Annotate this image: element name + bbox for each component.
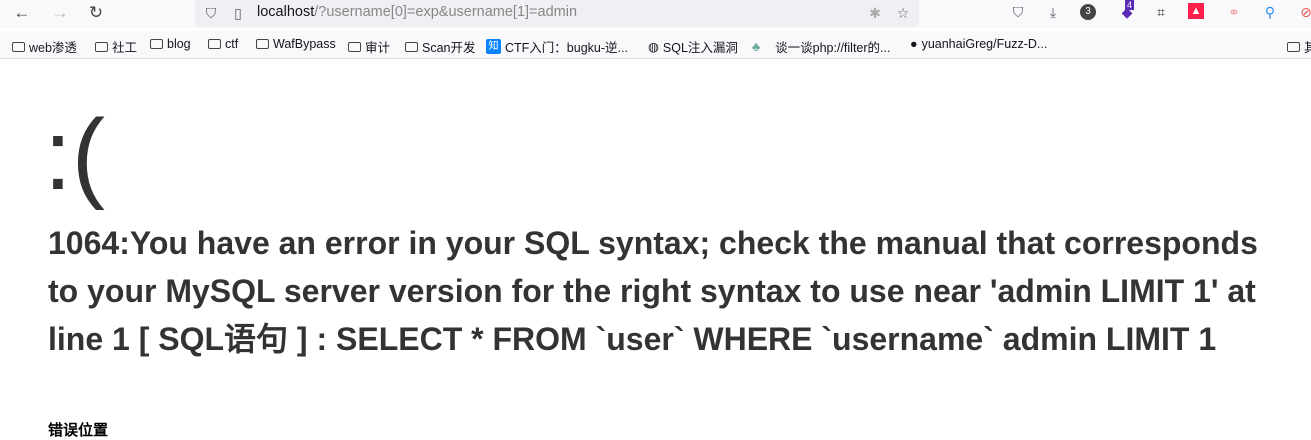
forward-button[interactable]: → (48, 2, 72, 24)
browser-toolbar: ← → ↻ ⛉ ▯ localhost/?username[0]=exp&use… (0, 0, 1311, 28)
download-icon[interactable]: ⤓ (1043, 2, 1063, 22)
bookmark-folder[interactable]: blog (150, 37, 191, 51)
crop-icon[interactable]: ⌗ (1151, 2, 1171, 22)
folder-icon (348, 41, 361, 52)
page-icon[interactable]: ▯ (228, 3, 248, 23)
bookmark-folder-other[interactable]: 其 (1287, 37, 1311, 56)
url-host: localhost (257, 4, 315, 20)
bookmark-label: CTF入门：bugku-逆... (505, 41, 628, 55)
sad-face: :( (44, 99, 106, 211)
url-path: /?username[0]=exp&username[1]=admin (314, 4, 578, 20)
bookmark-folder[interactable]: ctf (208, 37, 238, 51)
bookmark-label: 谈一谈php://filter的... (775, 41, 891, 55)
bookmark-star-icon[interactable]: ☆ (893, 3, 913, 23)
bookmark-label: 其 (1304, 41, 1311, 55)
globe-icon: ◍ (648, 40, 659, 54)
bookmark-folder[interactable]: 社工 (95, 37, 137, 56)
bookmark-label: blog (167, 37, 191, 51)
bookmark-label: web渗透 (29, 41, 77, 55)
bookmark-label: yuanhaiGreg/Fuzz-D... (921, 37, 1048, 51)
blocked-extension-icon[interactable]: ⊘ (1296, 2, 1311, 22)
bookmark-folder[interactable]: web渗透 (12, 37, 77, 56)
bookmark-link[interactable]: ● yuanhaiGreg/Fuzz-D... (910, 37, 1047, 51)
bookmark-label: 审计 (365, 41, 391, 55)
bookmark-label: WafBypass (273, 37, 336, 51)
folder-icon (95, 41, 108, 52)
folder-icon (1287, 41, 1300, 52)
folder-icon (256, 39, 269, 49)
bookmark-folder[interactable]: Scan开发 (405, 37, 476, 56)
bug-icon[interactable]: ✱ (865, 3, 885, 23)
shield-icon[interactable]: ⛉ (201, 3, 221, 23)
folder-icon (150, 39, 163, 49)
extension-count: 4 (1125, 0, 1135, 10)
reload-button[interactable]: ↻ (84, 2, 108, 24)
location-pin-icon[interactable]: ⚲ (1260, 2, 1280, 22)
bookmark-label: Scan开发 (422, 41, 476, 55)
bookmark-link[interactable]: ◍ SQL注入漏洞 (648, 37, 738, 56)
bookmark-label: ctf (225, 37, 239, 51)
bookmark-link[interactable]: 知 CTF入门：bugku-逆... (486, 37, 628, 56)
back-button[interactable]: ← (10, 2, 34, 24)
folder-icon (405, 41, 418, 52)
bookmark-label: SQL注入漏洞 (662, 41, 738, 55)
extension-circles-icon[interactable]: ⚭ (1224, 2, 1244, 22)
github-icon: ● (910, 37, 918, 51)
folder-icon (208, 39, 221, 49)
pocket-icon[interactable]: ⛉ (1008, 2, 1028, 22)
bookmark-label: 社工 (112, 41, 138, 55)
folder-icon (12, 41, 25, 52)
zhihu-icon: 知 (486, 39, 501, 54)
error-message: 1064:You have an error in your SQL synta… (48, 225, 1258, 357)
extension-arrow-icon[interactable]: ▲ (1188, 3, 1204, 19)
bookmark-link[interactable]: ♣ 谈一谈php://filter的... (752, 37, 890, 56)
bookmark-folder[interactable]: 审计 (348, 37, 390, 56)
bookmark-folder[interactable]: WafBypass (256, 37, 336, 51)
cactus-icon: ♣ (752, 39, 761, 54)
address-bar[interactable]: ⛉ ▯ localhost/?username[0]=exp&username[… (195, 0, 919, 27)
bookmarks-bar: web渗透 社工 blog ctf WafBypass 审计 Scan开发 知C… (0, 31, 1311, 59)
error-position-heading: 错误位置 (48, 422, 109, 439)
extension-badge-icon[interactable]: 3 (1080, 4, 1096, 20)
